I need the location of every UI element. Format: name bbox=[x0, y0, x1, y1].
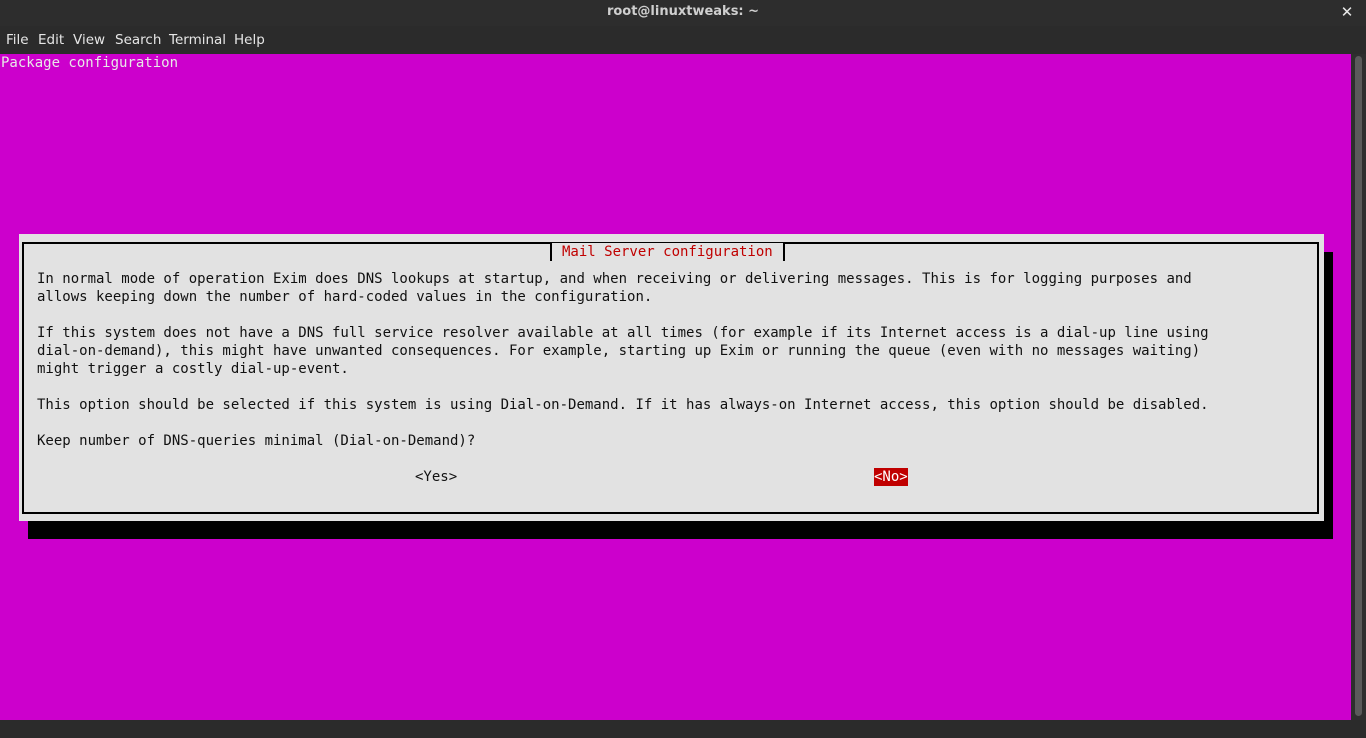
package-configuration-header: Package configuration bbox=[1, 55, 179, 71]
dialog-paragraph-3: This option should be selected if this s… bbox=[37, 397, 1209, 413]
scrollbar-thumb[interactable] bbox=[1355, 56, 1362, 716]
menu-terminal[interactable]: Terminal bbox=[169, 26, 226, 54]
menu-file[interactable]: File bbox=[6, 26, 29, 54]
terminal-scrollbar[interactable] bbox=[1351, 54, 1366, 720]
no-button[interactable]: <No> bbox=[874, 468, 908, 486]
dialog-paragraph-2: If this system does not have a DNS full … bbox=[37, 325, 1209, 377]
dialog-paragraph-1: In normal mode of operation Exim does DN… bbox=[37, 271, 1192, 305]
dialog-question: Keep number of DNS-queries minimal (Dial… bbox=[37, 433, 476, 449]
window-bottom-edge bbox=[0, 720, 1366, 738]
yes-button[interactable]: <Yes> bbox=[415, 468, 457, 486]
menu-help[interactable]: Help bbox=[234, 26, 265, 54]
terminal-area[interactable]: Package configuration Mail Server config… bbox=[0, 54, 1351, 720]
window-title: root@linuxtweaks: ~ bbox=[606, 4, 760, 19]
menu-search[interactable]: Search bbox=[115, 26, 161, 54]
mail-server-dialog: Mail Server configuration In normal mode… bbox=[19, 234, 1324, 521]
window-titlebar: root@linuxtweaks: ~ ✕ bbox=[0, 0, 1366, 26]
menu-edit[interactable]: Edit bbox=[38, 26, 64, 54]
dialog-title: Mail Server configuration bbox=[550, 243, 785, 261]
menu-bar: File Edit View Search Terminal Help bbox=[0, 26, 1366, 54]
close-icon[interactable]: ✕ bbox=[1338, 0, 1356, 24]
menu-view[interactable]: View bbox=[73, 26, 105, 54]
